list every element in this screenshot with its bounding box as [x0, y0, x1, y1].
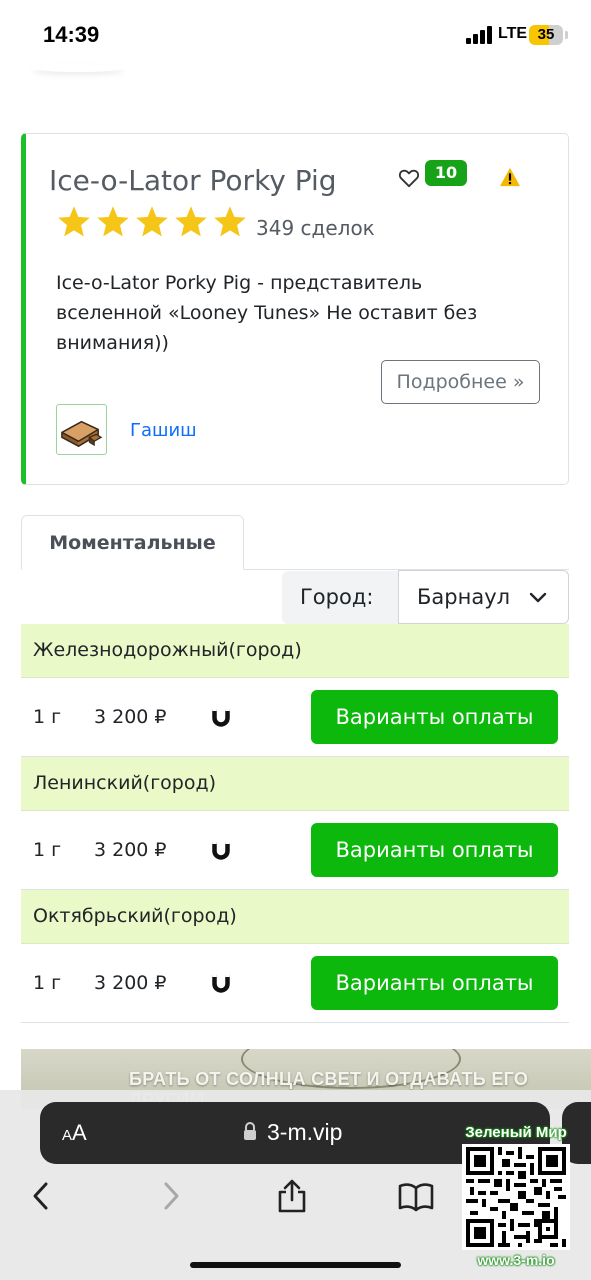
bookmarks-icon[interactable] [398, 1178, 434, 1214]
product-description: Ice-o-Lator Porky Pig - представитель вс… [56, 272, 478, 354]
payment-options-button[interactable]: Варианты оплаты [311, 823, 558, 877]
offer-price: 3 200 ₽ [94, 972, 167, 994]
district-header: Октябрьский(город) [21, 890, 569, 944]
forward-icon[interactable] [152, 1178, 188, 1214]
product-card: Ice-o-Lator Porky Pig 10 349 сделок Ice-… [21, 133, 569, 485]
district-header: Ленинский(город) [21, 757, 569, 811]
district-name: Железнодорожный(город) [33, 639, 302, 661]
district-name: Октябрьский(город) [33, 905, 237, 927]
qr-watermark: Зеленый Мир www.3-m.io [460, 1124, 572, 1272]
product-title: Ice-o-Lator Porky Pig [49, 164, 337, 197]
battery-level: 35 [537, 26, 555, 43]
magnet-icon [212, 708, 230, 727]
watermark-title: Зеленый Мир [465, 1124, 567, 1141]
favorites-count-badge: 10 [425, 160, 467, 186]
back-icon[interactable] [24, 1178, 60, 1214]
offer-price: 3 200 ₽ [94, 839, 167, 861]
heart-icon[interactable] [398, 168, 420, 188]
network-type: LTE [498, 25, 528, 42]
star-icon [175, 206, 207, 237]
offer-row: 1 г 3 200 ₽ Варианты оплаты [21, 944, 569, 1023]
payment-options-button[interactable]: Варианты оплаты [311, 690, 558, 744]
warning-icon[interactable] [499, 167, 521, 187]
deals-count: 349 сделок [256, 216, 375, 240]
tab-instant[interactable]: Моментальные [21, 515, 244, 570]
offer-row: 1 г 3 200 ₽ Варианты оплаты [21, 811, 569, 890]
watermark-url: www.3-m.io [477, 1252, 555, 1268]
district-name: Ленинский(город) [33, 772, 217, 794]
star-icon [97, 206, 129, 237]
signal-icon [466, 26, 492, 44]
header-shadow [32, 64, 124, 72]
magnet-icon [212, 974, 230, 993]
offer-quantity: 1 г [33, 839, 62, 861]
offer-row: 1 г 3 200 ₽ Варианты оплаты [21, 678, 569, 757]
offer-quantity: 1 г [33, 706, 62, 728]
home-indicator[interactable] [190, 1262, 401, 1268]
offer-quantity: 1 г [33, 972, 62, 994]
battery-tip [565, 31, 568, 39]
star-icon [58, 206, 90, 237]
more-button[interactable]: Подробнее » [381, 360, 540, 404]
status-bar: 14:39 LTE 35 [0, 0, 591, 72]
share-icon[interactable] [274, 1178, 310, 1214]
qr-code-icon [462, 1144, 570, 1250]
city-select[interactable]: Барнаул [398, 570, 569, 624]
url-text: 3-m.vip [267, 1119, 343, 1145]
magnet-icon [212, 841, 230, 860]
lock-icon [244, 1122, 256, 1140]
chevron-down-icon [529, 592, 547, 603]
star-icon [214, 206, 246, 237]
reader-settings-button[interactable]: AA [62, 1120, 87, 1146]
offer-price: 3 200 ₽ [94, 706, 167, 728]
star-icon [136, 206, 168, 237]
battery-icon: 35 [529, 25, 563, 45]
city-value: Барнаул [417, 585, 511, 609]
category-thumbnail[interactable] [56, 404, 107, 455]
category-link[interactable]: Гашиш [130, 420, 197, 441]
hashish-block-icon [61, 420, 103, 447]
district-header: Железнодорожный(город) [21, 624, 569, 678]
city-label: Город: [300, 585, 374, 609]
payment-options-button[interactable]: Варианты оплаты [311, 956, 558, 1010]
status-time: 14:39 [43, 22, 100, 47]
